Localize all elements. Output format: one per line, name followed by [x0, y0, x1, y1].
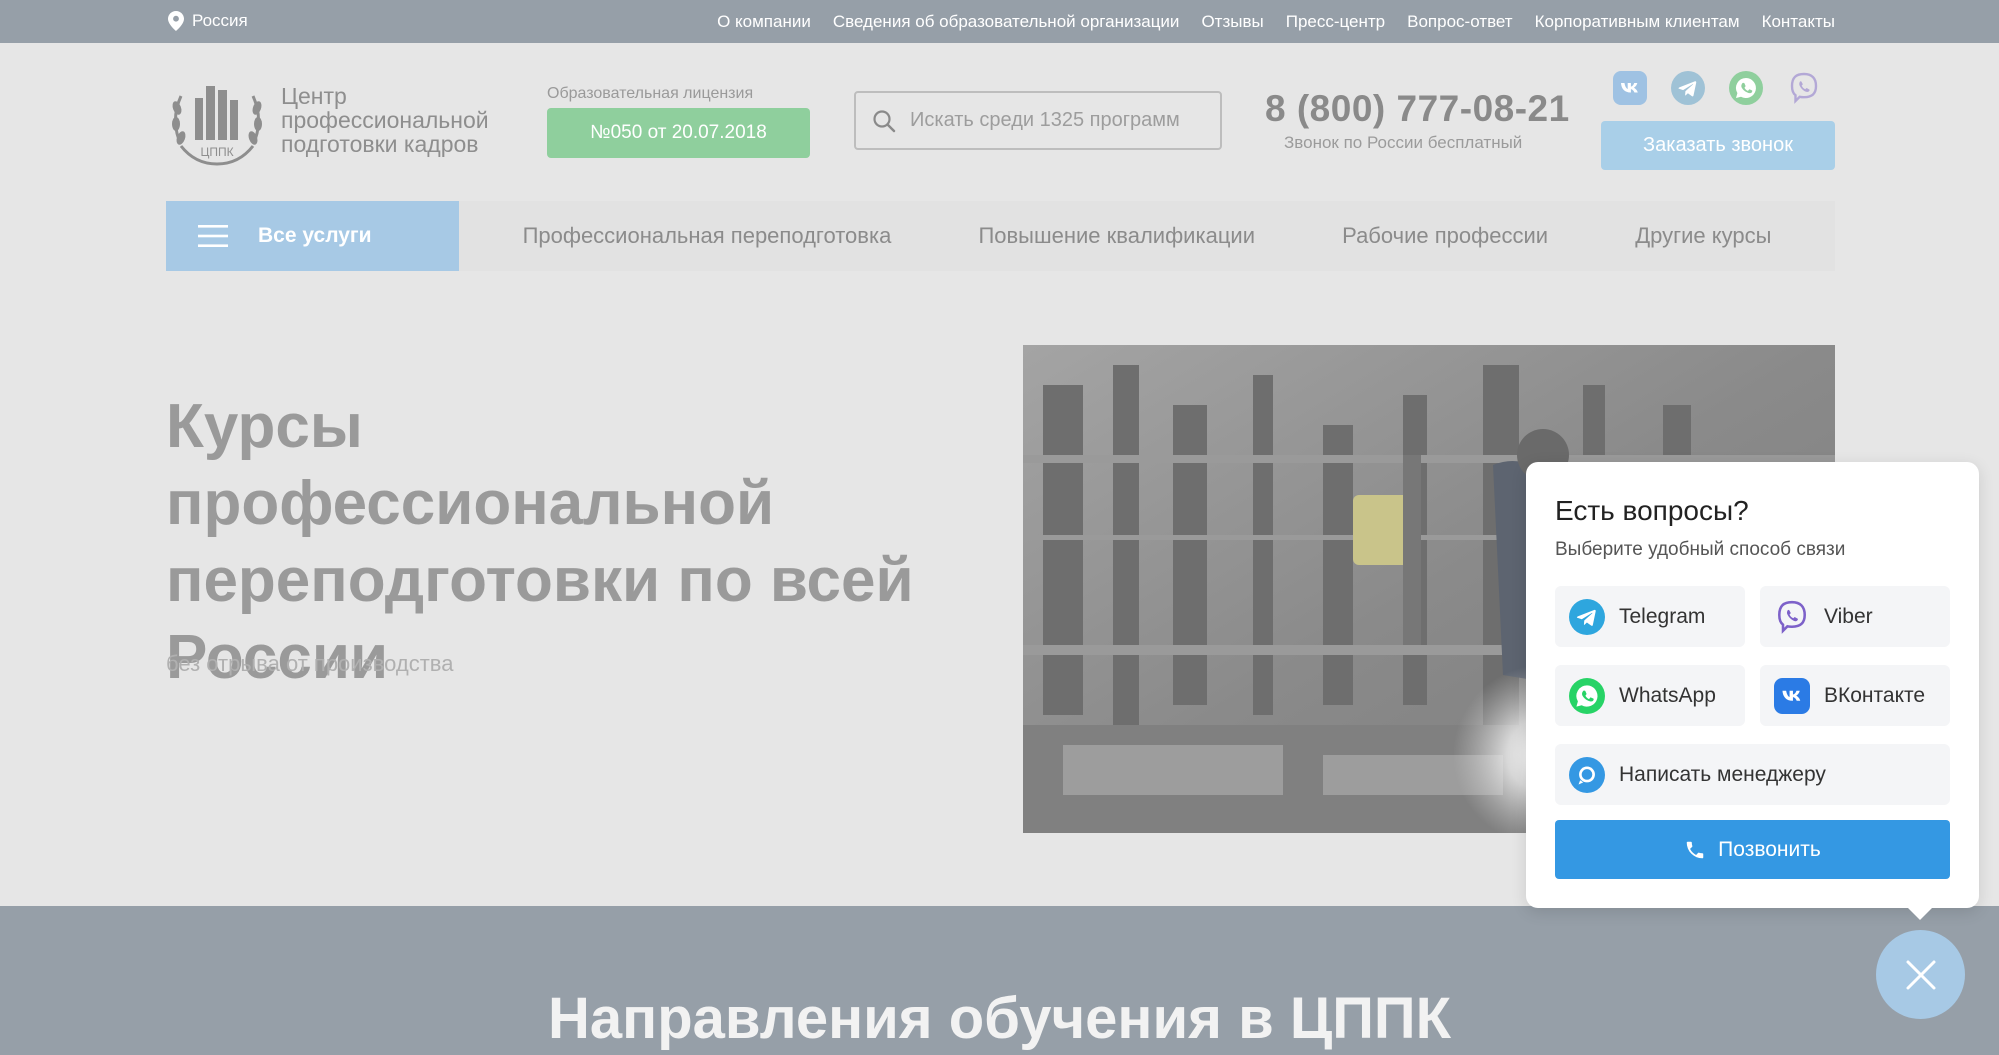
call-button[interactable]: Позвонить — [1555, 820, 1950, 879]
call-button-label: Позвонить — [1718, 837, 1821, 861]
contact-option-vk[interactable]: ВКонтакте — [1760, 665, 1950, 726]
contact-option-label: Viber — [1824, 604, 1873, 628]
viber-icon[interactable] — [1786, 70, 1822, 106]
social-links — [1612, 70, 1822, 106]
top-link-info[interactable]: Сведения об образовательной организации — [833, 12, 1180, 32]
whatsapp-icon[interactable] — [1728, 70, 1764, 106]
main-nav: Все услуги Профессиональная переподготов… — [166, 201, 1835, 271]
license-badge[interactable]: №050 от 20.07.2018 — [547, 108, 810, 158]
hero-title: Курсы профессиональной переподготовки по… — [166, 392, 914, 692]
telegram-icon[interactable] — [1670, 70, 1706, 106]
location-pin-icon — [168, 11, 184, 31]
phone-note: Звонок по России бесплатный — [1284, 133, 1523, 152]
chat-icon — [1569, 756, 1605, 793]
popup-arrow — [1906, 906, 1934, 920]
close-chat-button[interactable] — [1876, 930, 1965, 1019]
vk-icon[interactable] — [1612, 70, 1648, 106]
top-link-press[interactable]: Пресс-центр — [1286, 12, 1385, 32]
hero-subtitle: без отрыва от производства — [166, 651, 454, 676]
whatsapp-icon — [1569, 677, 1605, 714]
section-title: Направления обучения в ЦППК — [548, 986, 1451, 1051]
nav-link-retraining[interactable]: Профессиональная переподготовка — [523, 223, 892, 249]
region-label: Россия — [192, 11, 248, 30]
top-nav: О компании Сведения об образовательной о… — [717, 0, 1835, 43]
order-callback-button[interactable]: Заказать звонок — [1601, 121, 1835, 170]
close-icon — [1906, 960, 1935, 989]
contact-option-manager[interactable]: Написать менеджеру — [1555, 744, 1950, 805]
top-link-reviews[interactable]: Отзывы — [1201, 12, 1263, 32]
all-services-label: Все услуги — [258, 224, 372, 247]
region-selector[interactable]: Россия — [168, 11, 248, 31]
top-link-corporate[interactable]: Корпоративным клиентам — [1535, 12, 1740, 32]
popup-title: Есть вопросы? — [1555, 495, 1749, 526]
contact-option-label: WhatsApp — [1619, 683, 1716, 707]
logo-line-2: профессиональной — [281, 107, 489, 133]
top-link-contacts[interactable]: Контакты — [1762, 12, 1835, 32]
phone-number[interactable]: 8 (800) 777-08-21 — [1265, 88, 1570, 130]
contact-option-label: ВКонтакте — [1824, 683, 1926, 707]
search-box[interactable] — [854, 91, 1222, 150]
logo-text: Центр профессиональной подготовки кадров — [281, 84, 489, 156]
menu-icon — [198, 225, 228, 247]
contact-option-label: Telegram — [1619, 604, 1706, 628]
top-link-faq[interactable]: Вопрос-ответ — [1407, 12, 1512, 32]
contact-option-viber[interactable]: Viber — [1760, 586, 1950, 647]
nav-link-working-professions[interactable]: Рабочие профессии — [1342, 223, 1548, 249]
top-link-about[interactable]: О компании — [717, 12, 811, 32]
phone-icon — [1686, 841, 1704, 858]
svg-text:ЦППК: ЦППК — [200, 145, 233, 159]
contact-option-label: Написать менеджеру — [1619, 762, 1826, 786]
telegram-icon — [1569, 598, 1605, 635]
site-logo[interactable]: ЦППК Центр профессиональной подготовки к… — [165, 68, 489, 172]
all-services-button[interactable]: Все услуги — [166, 201, 459, 271]
nav-link-other-courses[interactable]: Другие курсы — [1635, 223, 1771, 249]
logo-line-1: Центр — [281, 83, 347, 109]
contact-option-whatsapp[interactable]: WhatsApp — [1555, 665, 1745, 726]
nav-links: Профессиональная переподготовка Повышени… — [459, 223, 1835, 249]
contact-popup: Есть вопросы? Выберите удобный способ св… — [1526, 462, 1979, 908]
popup-subtitle: Выберите удобный способ связи — [1555, 539, 1846, 560]
top-bar: Россия О компании Сведения об образовате… — [0, 0, 1999, 43]
vk-icon — [1774, 677, 1810, 714]
logo-line-3: подготовки кадров — [281, 131, 479, 157]
logo-emblem-icon: ЦППК — [172, 86, 262, 166]
search-icon — [873, 109, 896, 132]
nav-link-qualification[interactable]: Повышение квалификации — [978, 223, 1255, 249]
license-label: Образовательная лицензия — [547, 85, 754, 102]
search-input[interactable] — [910, 109, 1200, 132]
viber-icon — [1774, 599, 1810, 635]
contact-option-telegram[interactable]: Telegram — [1555, 586, 1745, 647]
